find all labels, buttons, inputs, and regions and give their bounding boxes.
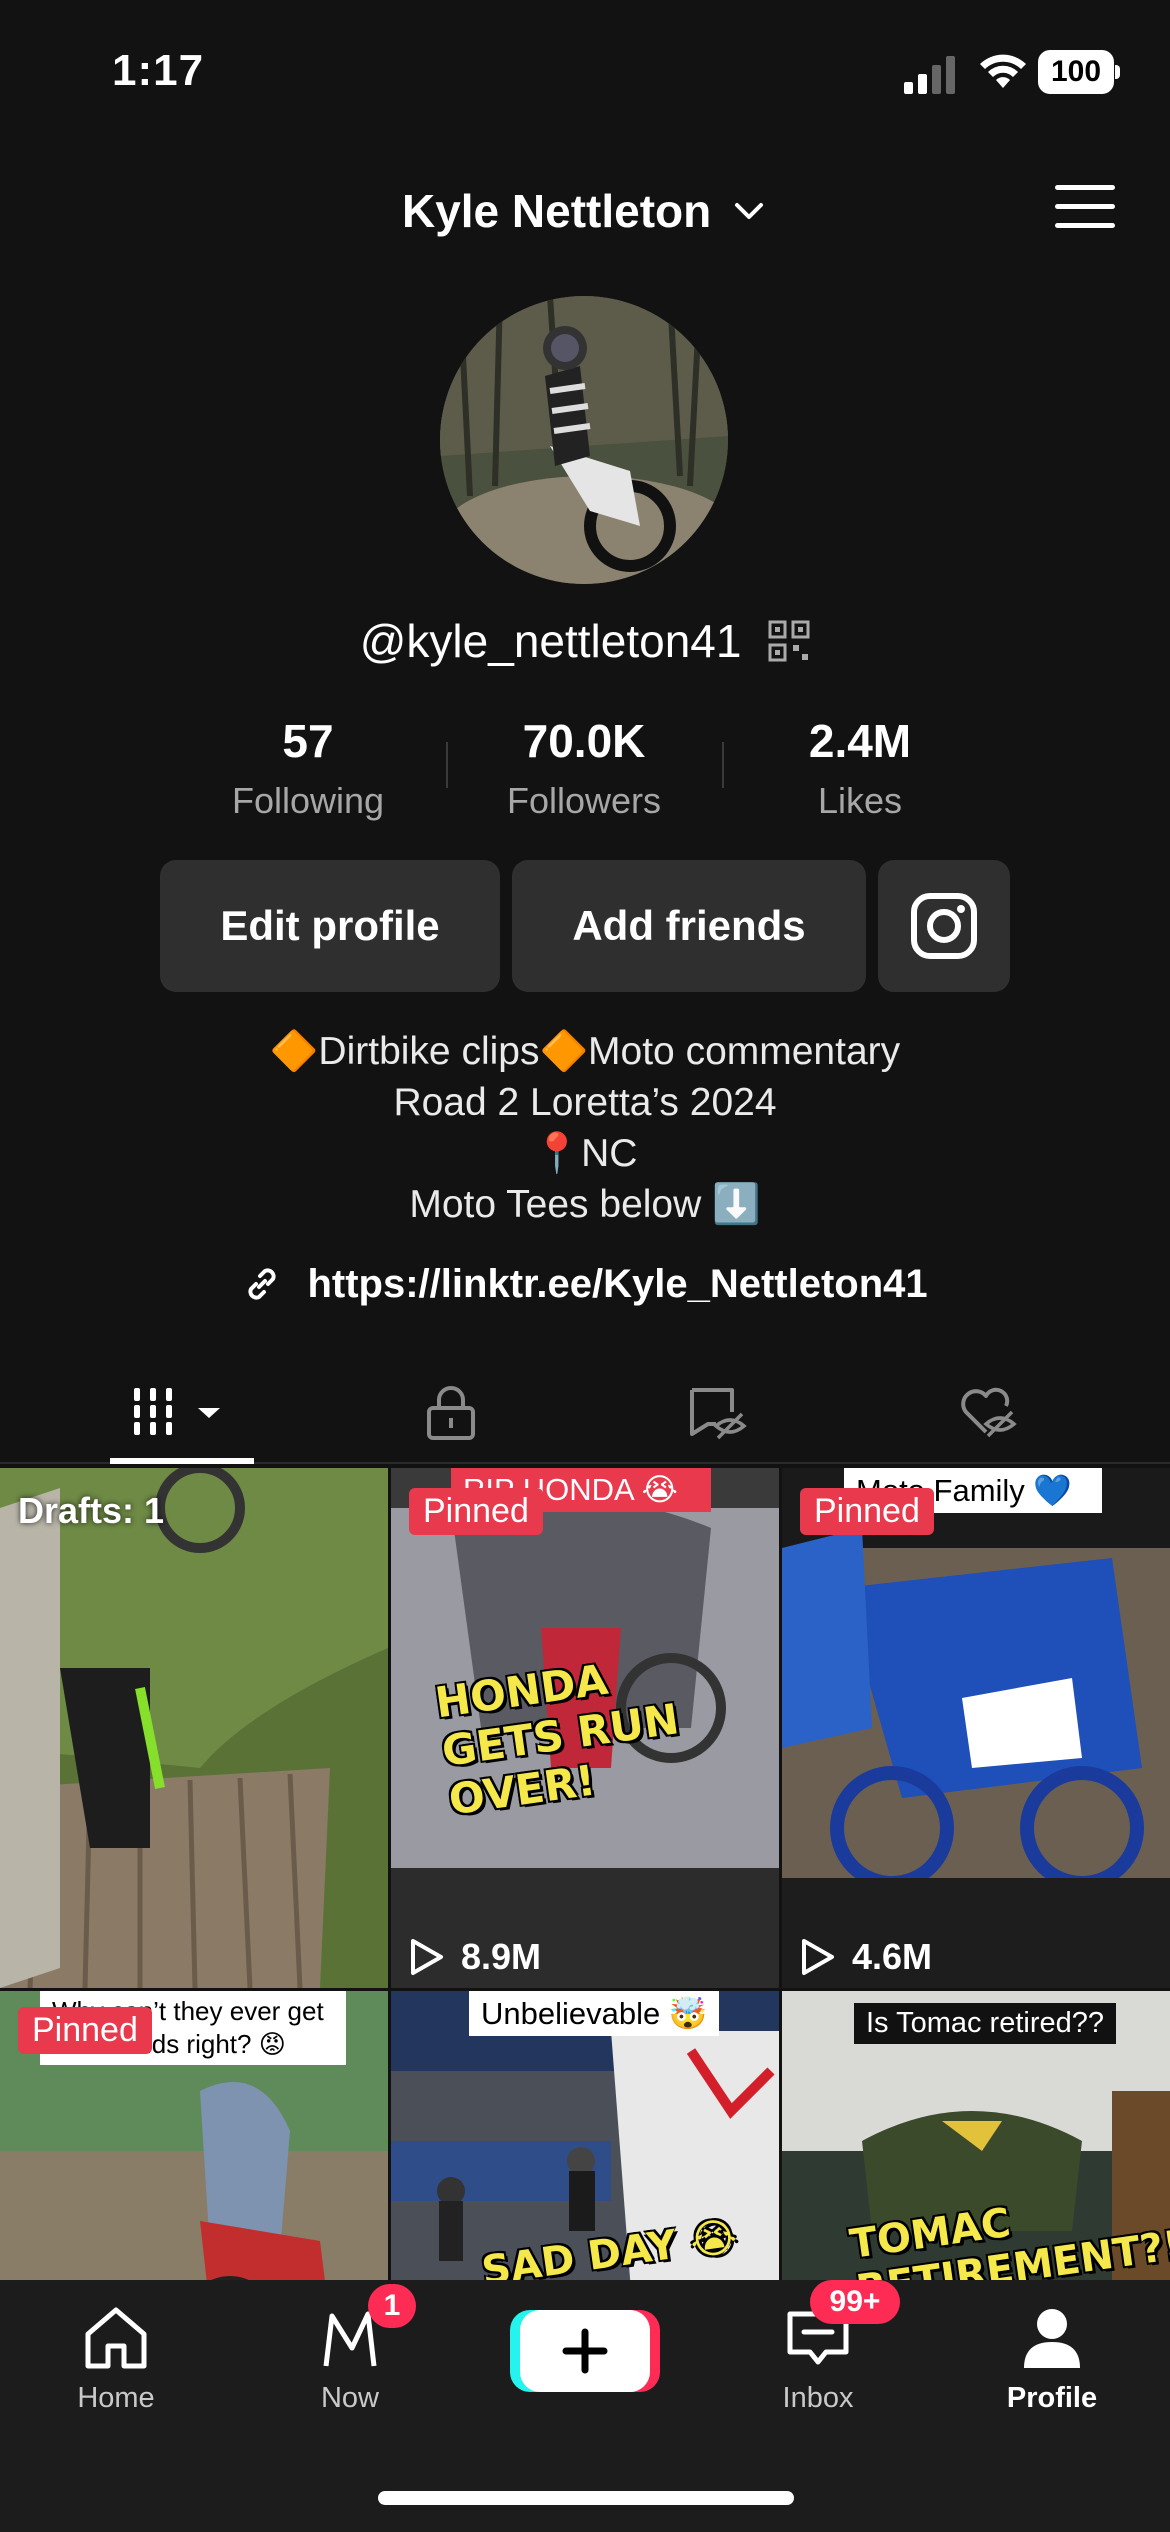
profile-handle: @kyle_nettleton41 [359, 614, 742, 667]
hamburger-menu-icon[interactable] [1055, 185, 1115, 235]
avatar[interactable] [440, 296, 728, 584]
tab-videos[interactable] [36, 1360, 328, 1464]
home-icon [85, 2307, 147, 2369]
stats-divider [446, 742, 448, 788]
video-caption: Unbelievable 🤯 [469, 1991, 720, 2036]
play-icon [802, 1939, 834, 1975]
stat-following-value: 57 [282, 715, 334, 767]
stat-likes-label: Likes [817, 780, 903, 821]
create-button[interactable] [520, 2310, 650, 2392]
stat-likes-value: 2.4M [808, 715, 912, 767]
bio-link[interactable]: https://linktr.ee/Kyle_Nettleton41 [0, 1260, 1170, 1307]
bio-line: 🔶Dirtbike clips🔶Moto commentary [269, 1030, 901, 1073]
qr-code-icon[interactable] [768, 620, 810, 662]
chevron-down-icon [735, 202, 764, 219]
nav-now-label: Now [320, 2382, 379, 2414]
lock-icon [427, 1386, 475, 1440]
play-icon [411, 1939, 443, 1975]
stat-likes[interactable]: 2.4M Likes [730, 714, 990, 822]
nav-home-label: Home [77, 2382, 155, 2414]
view-count: 4.6M [800, 1936, 932, 1978]
tab-liked[interactable] [842, 1360, 1134, 1464]
video-thumbnail [782, 1468, 1170, 1988]
bio-line: 📍NC [532, 1132, 638, 1175]
nav-profile-label: Profile [1006, 2382, 1098, 2414]
active-tab-indicator [110, 1458, 254, 1464]
battery-indicator: 100 [1038, 50, 1120, 94]
nav-home[interactable]: Home [16, 2300, 216, 2415]
inbox-notification-badge: 99+ [810, 2280, 900, 2324]
link-icon [248, 1268, 276, 1300]
video-caption: Is Tomac retired?? [854, 2003, 1117, 2044]
view-count: 8.9M [409, 1936, 541, 1978]
stats-divider [722, 742, 724, 788]
bio-line: Moto Tees below ⬇️ [409, 1183, 761, 1226]
page-title: Kyle Nettleton [401, 184, 712, 237]
status-bar: 1:17 100 [0, 0, 1170, 150]
wifi-icon [980, 54, 1026, 88]
video-tile[interactable]: Moto Family 💙 Pinned 4.6M [782, 1468, 1170, 1988]
bio-line: Road 2 Loretta’s 2024 [393, 1081, 777, 1124]
instagram-icon [911, 893, 977, 959]
avatar-dirtbike-rider-image [440, 296, 728, 584]
drafts-tile[interactable]: Drafts: 1 [0, 1468, 388, 1988]
repost-hidden-icon [690, 1388, 747, 1440]
profile-bio: 🔶Dirtbike clips🔶Moto commentary Road 2 L… [0, 1026, 1170, 1230]
profile-content-tabs [0, 1360, 1170, 1464]
video-grid: Drafts: 1 RIP HONDA 😭 Pinned HONDA GETS … [0, 1468, 1170, 2280]
bio-link-url: https://linktr.ee/Kyle_Nettleton41 [307, 1261, 928, 1306]
nav-inbox[interactable]: 99+ Inbox [718, 2280, 918, 2415]
pinned-badge: Pinned [409, 1488, 543, 1535]
stat-followers-label: Followers [506, 780, 662, 821]
stat-following[interactable]: 57 Following [178, 714, 438, 822]
add-friends-button[interactable]: Add friends [512, 860, 866, 992]
pinned-badge: Pinned [800, 1488, 934, 1535]
liked-hidden-icon [961, 1387, 1017, 1438]
tab-reposts[interactable] [570, 1360, 862, 1464]
profile-header: Kyle Nettleton [0, 170, 1170, 250]
status-time: 1:17 [112, 46, 205, 95]
videos-grid-icon [134, 1388, 220, 1435]
view-count-value: 8.9M [461, 1936, 542, 1977]
tab-private[interactable] [305, 1360, 597, 1464]
video-tile[interactable]: RIP HONDA 😭 Pinned HONDA GETS RUN OVER! … [391, 1468, 779, 1988]
video-thumbnail [0, 1468, 388, 1988]
stat-followers[interactable]: 70.0K Followers [454, 714, 714, 822]
video-tile[interactable]: Is Tomac retired?? TOMAC RETIREMENT?! [782, 1991, 1170, 2280]
cellular-signal-icon [904, 56, 955, 94]
handle-row: @kyle_nettleton41 [0, 610, 1170, 668]
stat-following-label: Following [231, 780, 385, 821]
nav-profile[interactable]: Profile [952, 2300, 1152, 2415]
video-tile[interactable]: Why can’t they ever get the sounds right… [0, 1991, 388, 2280]
nav-now[interactable]: 1 Now [250, 2284, 450, 2415]
home-indicator [378, 2491, 794, 2505]
account-switcher[interactable]: Kyle Nettleton [0, 180, 1170, 238]
edit-profile-button[interactable]: Edit profile [160, 860, 500, 992]
drafts-label: Drafts: 1 [18, 1490, 165, 1531]
video-tile[interactable]: Unbelievable 🤯 SAD DAY 😭 [391, 1991, 779, 2280]
view-count-value: 4.6M [852, 1936, 933, 1977]
profile-stats: 57 Following 70.0K Followers 2.4M Likes [0, 714, 1170, 824]
pinned-badge: Pinned [18, 2007, 152, 2054]
now-notification-badge: 1 [368, 2284, 416, 2328]
stat-followers-value: 70.0K [522, 715, 646, 767]
instagram-button[interactable] [878, 860, 1010, 992]
profile-icon [1024, 2309, 1080, 2368]
plus-icon [562, 2328, 608, 2374]
nav-inbox-label: Inbox [782, 2382, 854, 2414]
